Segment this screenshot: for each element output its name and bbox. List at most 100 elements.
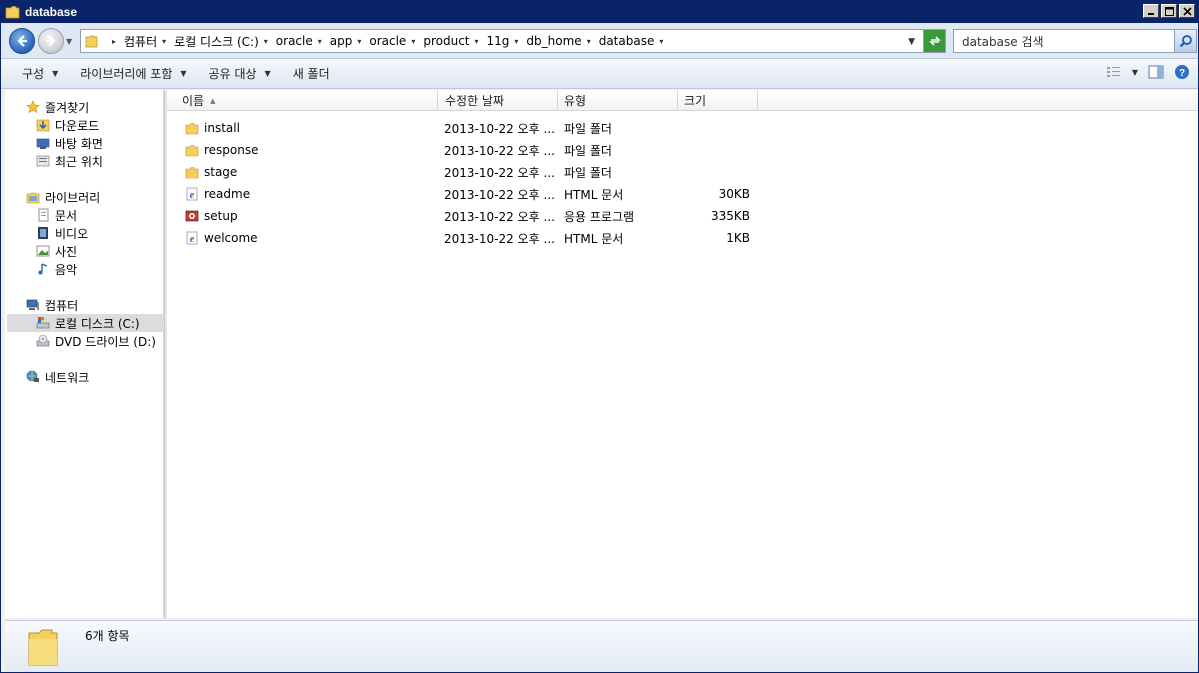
file-name-cell: setup: [184, 205, 238, 227]
file-name: install: [204, 121, 240, 135]
nav-desktop[interactable]: 바탕 화면: [35, 134, 103, 152]
search-placeholder: database 검색: [962, 34, 1044, 49]
preview-pane-icon[interactable]: [1148, 65, 1164, 79]
file-modified: 2013-10-22 오후 ...: [444, 231, 555, 246]
computer-icon: [25, 297, 41, 313]
nav-videos[interactable]: 비디오: [35, 224, 88, 242]
recent-places-icon: [35, 153, 51, 169]
arrow-right-icon: [46, 35, 56, 47]
file-name-cell: stage: [184, 161, 237, 183]
nav-computer[interactable]: 컴퓨터: [25, 296, 78, 314]
breadcrumb-item[interactable]: 로컬 디스크 (C:) ▾: [172, 33, 274, 50]
breadcrumb-item[interactable]: oracle ▾: [367, 34, 421, 48]
close-icon: [1182, 6, 1192, 16]
nav-pictures[interactable]: 사진: [35, 242, 77, 260]
column-modified[interactable]: 수정한 날짜: [438, 90, 558, 111]
share-with-menu[interactable]: 공유 대상 ▼: [207, 65, 273, 82]
back-button[interactable]: [9, 28, 35, 54]
arrow-left-icon: [17, 35, 27, 47]
view-controls: ▼ ?: [1106, 64, 1190, 80]
navigation-pane: 즐겨찾기 다운로드 바탕 화면 최근 위치 라이브러리 문서 비디오 사진 음악…: [5, 90, 164, 618]
file-row[interactable]: setup 2013-10-22 오후 ... 응용 프로그램 335KB: [167, 205, 1198, 227]
address-row: ▼ ▸ 컴퓨터 ▾ 로컬 디스크 (C:) ▾ oracle ▾ app ▾ oracl…: [1, 23, 1198, 59]
column-size[interactable]: 크기: [678, 90, 758, 111]
explorer-window: database ▼ ▸ 컴퓨터 ▾ 로컬 디스크 (C:) ▾ oracle …: [0, 0, 1199, 673]
nav-recent-places[interactable]: 최근 위치: [35, 152, 103, 170]
svg-text:e: e: [190, 234, 195, 245]
address-history-dropdown[interactable]: ▼: [908, 37, 915, 47]
breadcrumb-item[interactable]: db_home ▾: [524, 34, 596, 48]
file-size: 1KB: [726, 231, 750, 245]
address-bar[interactable]: ▸ 컴퓨터 ▾ 로컬 디스크 (C:) ▾ oracle ▾ app ▾ oracle ▾…: [80, 29, 946, 53]
file-modified: 2013-10-22 오후 ...: [444, 187, 555, 202]
file-size: [678, 117, 750, 139]
maximize-icon: [1164, 6, 1174, 16]
breadcrumb-item[interactable]: product ▾: [421, 34, 484, 48]
network-icon: [25, 369, 41, 385]
file-row[interactable]: response 2013-10-22 오후 ... 파일 폴더: [167, 139, 1198, 161]
breadcrumb-item[interactable]: 컴퓨터 ▾: [122, 33, 172, 50]
nav-downloads[interactable]: 다운로드: [35, 116, 99, 134]
file-modified: 2013-10-22 오후 ...: [444, 121, 555, 136]
file-modified: 2013-10-22 오후 ...: [444, 209, 555, 224]
search-input[interactable]: database 검색: [953, 29, 1197, 53]
refresh-icon: [928, 36, 941, 46]
view-options-icon[interactable]: [1106, 65, 1122, 79]
folder-icon: [184, 120, 200, 136]
maximize-button[interactable]: [1161, 4, 1177, 18]
new-folder-button[interactable]: 새 폴더: [291, 65, 332, 82]
nav-documents[interactable]: 문서: [35, 206, 77, 224]
column-type[interactable]: 유형: [558, 90, 678, 111]
file-row[interactable]: stage 2013-10-22 오후 ... 파일 폴더: [167, 161, 1198, 183]
minimize-button[interactable]: [1143, 4, 1159, 18]
command-bar: 구성 ▼ 라이브러리에 포함 ▼ 공유 대상 ▼ 새 폴더 ▼ ?: [1, 59, 1198, 89]
html-file-icon: e: [184, 230, 200, 246]
file-row[interactable]: e welcome 2013-10-22 오후 ... HTML 문서 1KB: [167, 227, 1198, 249]
include-in-library-menu[interactable]: 라이브러리에 포함 ▼: [78, 65, 188, 82]
column-name[interactable]: 이름 ▲: [167, 90, 438, 111]
breadcrumb-item[interactable]: database ▾: [597, 34, 670, 48]
refresh-button[interactable]: [923, 30, 945, 52]
nav-libraries[interactable]: 라이브러리: [25, 188, 100, 206]
details-pane: 6개 항목: [5, 620, 1198, 672]
help-icon[interactable]: ?: [1174, 64, 1190, 80]
application-icon: [184, 208, 200, 224]
html-file-icon: e: [184, 186, 200, 202]
nav-favorites[interactable]: 즐겨찾기: [25, 98, 89, 116]
forward-button[interactable]: [38, 28, 64, 54]
folder-icon: [5, 6, 20, 19]
nav-dvd-drive-d[interactable]: DVD 드라이브 (D:): [35, 332, 156, 350]
document-icon: [35, 207, 51, 223]
file-type: HTML 문서: [564, 187, 624, 202]
folder-icon: [85, 35, 98, 48]
breadcrumb-item[interactable]: 11g ▾: [485, 34, 525, 48]
file-row[interactable]: install 2013-10-22 오후 ... 파일 폴더: [167, 117, 1198, 139]
file-size: 30KB: [718, 187, 750, 201]
item-count: 6개 항목: [85, 629, 130, 643]
search-button[interactable]: [1174, 30, 1196, 52]
file-name: welcome: [204, 231, 258, 245]
title-bar[interactable]: database: [1, 1, 1198, 23]
minimize-icon: [1148, 13, 1154, 15]
breadcrumb-root-arrow[interactable]: ▸: [105, 37, 122, 46]
file-name-cell: response: [184, 139, 259, 161]
nav-local-disk-c[interactable]: 로컬 디스크 (C:): [7, 314, 163, 332]
sort-ascending-icon: ▲: [210, 96, 216, 105]
organize-menu[interactable]: 구성 ▼: [20, 65, 60, 82]
file-size: [678, 161, 750, 183]
close-button[interactable]: [1179, 4, 1195, 18]
breadcrumb-item[interactable]: oracle ▾: [274, 34, 328, 48]
file-row[interactable]: e readme 2013-10-22 오후 ... HTML 문서 30KB: [167, 183, 1198, 205]
file-type: 파일 폴더: [564, 165, 612, 180]
file-type: HTML 문서: [564, 231, 624, 246]
file-list: 이름 ▲ 수정한 날짜 유형 크기 install 2013-10-22 오후 ..…: [167, 90, 1198, 618]
nav-music[interactable]: 음악: [35, 260, 77, 278]
breadcrumb: ▸ 컴퓨터 ▾ 로컬 디스크 (C:) ▾ oracle ▾ app ▾ oracle ▾…: [105, 33, 669, 50]
breadcrumb-item[interactable]: app ▾: [328, 34, 368, 48]
folder-icon: [28, 629, 58, 666]
recent-pages-dropdown[interactable]: ▼: [66, 37, 72, 46]
column-header: 이름 ▲ 수정한 날짜 유형 크기: [167, 90, 1198, 111]
window-title: database: [25, 5, 78, 19]
view-dropdown[interactable]: ▼: [1132, 68, 1138, 77]
nav-network[interactable]: 네트워크: [25, 368, 89, 386]
